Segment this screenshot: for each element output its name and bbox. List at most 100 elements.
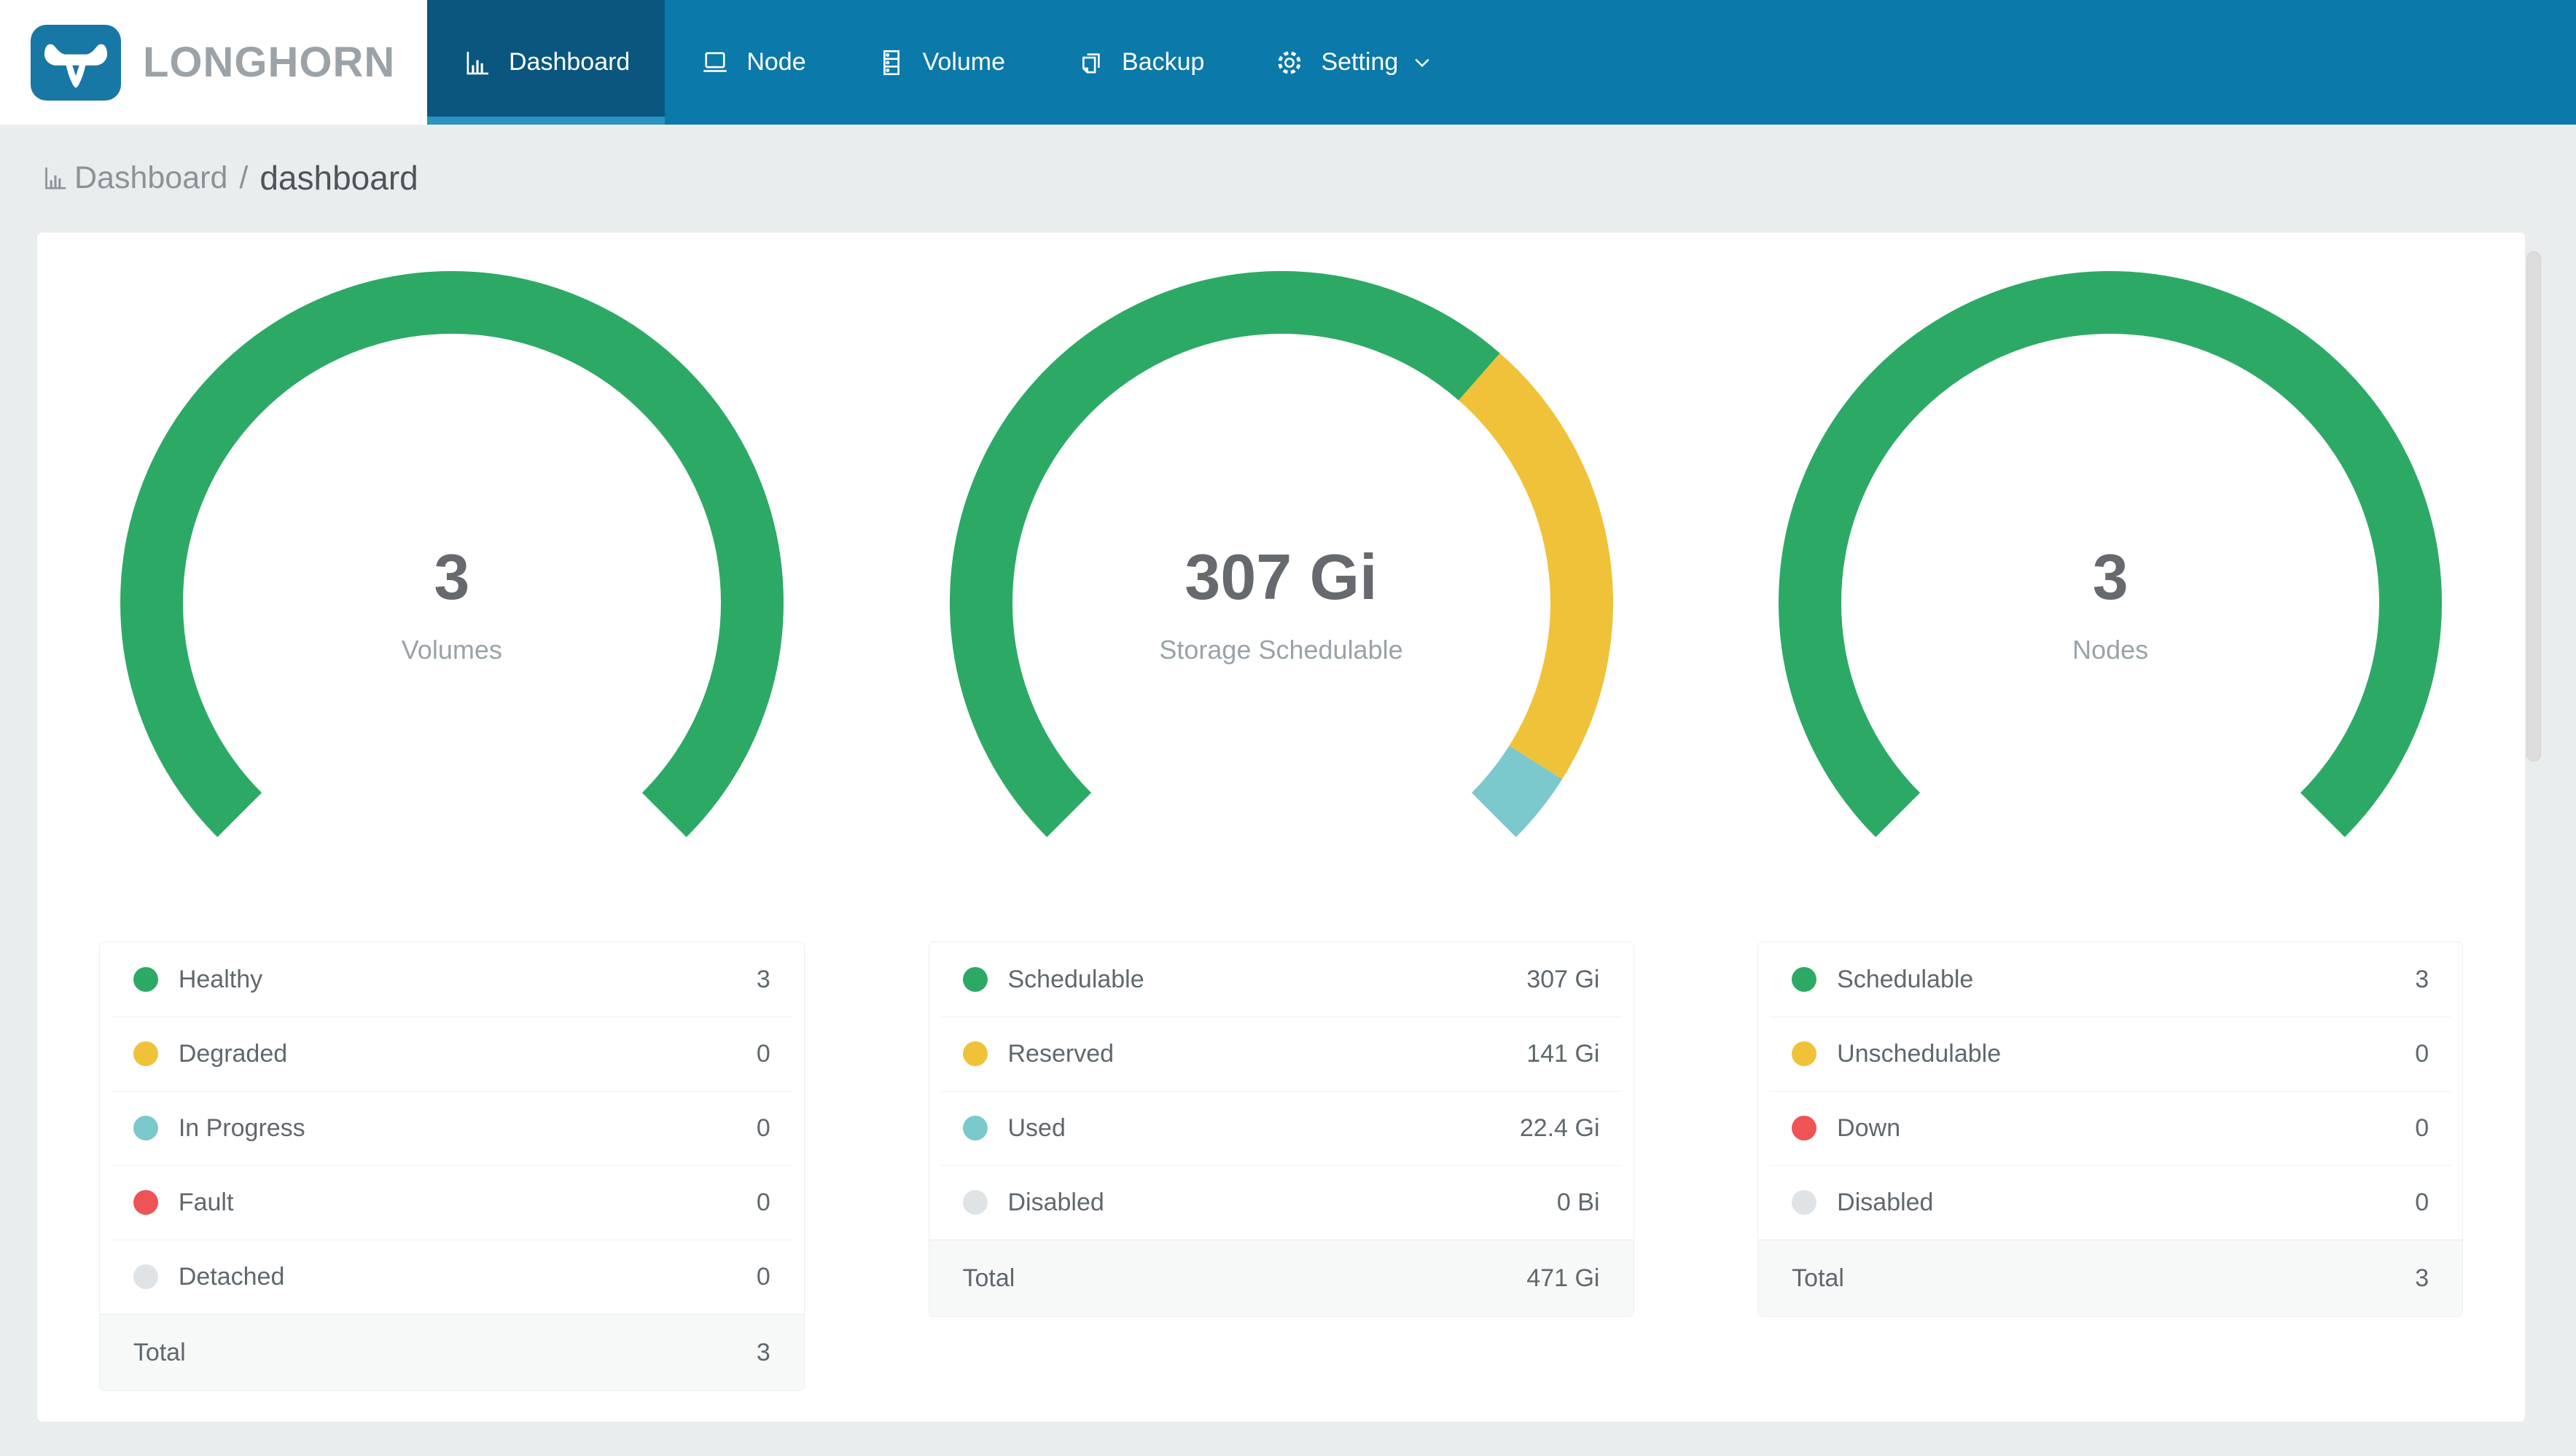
storage-gauge-chart: 307 Gi Storage Schedulable	[949, 271, 1613, 934]
status-label: Disabled	[1007, 1188, 1104, 1216]
status-dot	[133, 1190, 158, 1215]
nav-item-backup[interactable]: Backup	[1040, 0, 1239, 125]
volumes-gauge-chart: 3 Volumes	[120, 271, 784, 934]
status-value: 141 Gi	[1526, 1039, 1600, 1068]
status-value: 0	[756, 1113, 770, 1142]
nodes-total-row: Total 3	[1758, 1240, 2463, 1316]
status-label: In Progress	[178, 1113, 305, 1142]
nodes-panel: 3 Nodes Schedulable 3 Unschedulable 0 Down 0 D…	[1695, 232, 2525, 1422]
status-label: Degraded	[178, 1039, 288, 1068]
legend-row: Degraded 0	[100, 1017, 804, 1091]
status-value: 22.4 Gi	[1519, 1113, 1600, 1142]
nodes-title: Nodes	[2072, 635, 2149, 665]
laptop-icon	[703, 52, 727, 72]
breadcrumb-section[interactable]: Dashboard	[74, 160, 227, 196]
total-label: Total	[962, 1264, 1015, 1292]
legend-row: Disabled 0	[1758, 1165, 2462, 1240]
storage-total-row: Total 471 Gi	[929, 1240, 1634, 1316]
status-dot	[1792, 1041, 1817, 1066]
legend-row: Schedulable 307 Gi	[929, 942, 1634, 1017]
total-label: Total	[1792, 1264, 1844, 1292]
total-value: 3	[2415, 1264, 2429, 1292]
nav-item-label: Setting	[1321, 48, 1399, 76]
status-label: Used	[1007, 1113, 1066, 1142]
brand-name: LONGHORN	[143, 39, 396, 86]
logo[interactable]: LONGHORN	[0, 0, 427, 125]
status-value: 0	[756, 1039, 770, 1068]
legend-row: Fault 0	[100, 1165, 804, 1240]
total-value: 471 Gi	[1526, 1264, 1600, 1292]
longhorn-logo-icon	[31, 24, 121, 101]
status-dot	[133, 1116, 158, 1140]
storage-panel: 307 Gi Storage Schedulable Schedulable 30…	[867, 232, 1696, 1422]
status-label: Detached	[178, 1262, 285, 1291]
legend-row: Unschedulable 0	[1758, 1017, 2462, 1091]
status-value: 0 Bi	[1556, 1188, 1600, 1216]
legend-row: Disabled 0 Bi	[929, 1165, 1634, 1240]
status-dot	[1792, 1190, 1817, 1215]
status-dot	[133, 1264, 158, 1289]
nodes-gauge-chart: 3 Nodes	[1779, 271, 2443, 934]
status-label: Fault	[178, 1188, 234, 1216]
status-label: Schedulable	[1837, 965, 1974, 993]
nav-item-label: Backup	[1122, 48, 1205, 76]
copy-icon	[1082, 52, 1100, 73]
status-value: 0	[756, 1188, 770, 1216]
status-label: Unschedulable	[1837, 1039, 2002, 1068]
gear-icon	[1278, 50, 1302, 74]
status-value: 0	[2415, 1188, 2429, 1216]
status-label: Down	[1837, 1113, 1901, 1142]
bar-chart-icon	[45, 167, 66, 189]
breadcrumb-separator: /	[239, 160, 249, 195]
status-label: Healthy	[178, 965, 263, 993]
status-value: 3	[756, 965, 770, 993]
status-value: 0	[2415, 1039, 2429, 1068]
status-dot	[1792, 967, 1817, 992]
status-dot	[962, 967, 988, 992]
status-label: Schedulable	[1007, 965, 1144, 993]
volumes-title: Volumes	[401, 635, 502, 665]
legend-row: Healthy 3	[100, 942, 804, 1017]
status-value: 3	[2415, 965, 2429, 993]
volumes-legend-table: Healthy 3 Degraded 0 In Progress 0 Fault 0 Detac…	[98, 942, 805, 1391]
nav-item-volume[interactable]: Volume	[841, 0, 1040, 125]
nav-item-label: Node	[746, 48, 806, 76]
nav-item-dashboard[interactable]: Dashboard	[427, 0, 666, 125]
breadcrumb-current-page: dashboard	[259, 159, 418, 197]
main-nav: Dashboard Node Volume Backup Setting	[427, 0, 1468, 125]
legend-row: In Progress 0	[100, 1091, 804, 1165]
nav-item-label: Volume	[922, 48, 1006, 76]
volumes-count: 3	[434, 541, 470, 613]
status-dot	[133, 967, 158, 992]
total-label: Total	[133, 1338, 186, 1366]
legend-row: Reserved 141 Gi	[929, 1017, 1634, 1091]
legend-row: Schedulable 3	[1758, 942, 2462, 1017]
legend-row: Detached 0	[100, 1240, 804, 1314]
status-value: 0	[2415, 1113, 2429, 1142]
app-header: LONGHORN Dashboard Node Volume Backup Se…	[0, 0, 2576, 125]
dashboard-card: 3 Volumes Healthy 3 Degraded 0 In Progress 0 F…	[36, 232, 2526, 1422]
nodes-legend-table: Schedulable 3 Unschedulable 0 Down 0 Disabled 0…	[1757, 942, 2464, 1317]
storage-title: Storage Schedulable	[1159, 635, 1403, 665]
status-dot	[133, 1041, 158, 1066]
nav-item-setting[interactable]: Setting	[1239, 0, 1468, 125]
status-label: Disabled	[1837, 1188, 1934, 1216]
nav-item-label: Dashboard	[509, 48, 631, 76]
nav-item-node[interactable]: Node	[665, 0, 840, 125]
volumes-total-row: Total 3	[99, 1314, 804, 1390]
chevron-down-icon	[1415, 58, 1429, 67]
bar-chart-icon	[467, 51, 488, 74]
status-label: Reserved	[1007, 1039, 1115, 1068]
status-dot	[962, 1041, 988, 1066]
total-value: 3	[756, 1338, 770, 1366]
legend-row: Used 22.4 Gi	[929, 1091, 1634, 1165]
legend-row: Down 0	[1758, 1091, 2462, 1165]
status-dot	[1792, 1116, 1817, 1140]
breadcrumb: Dashboard / dashboard	[41, 157, 2576, 199]
storage-icon	[883, 50, 899, 75]
status-value: 307 Gi	[1526, 965, 1600, 993]
status-dot	[962, 1190, 988, 1215]
status-dot	[962, 1116, 988, 1140]
nodes-count: 3	[2092, 541, 2128, 613]
scrollbar-thumb[interactable]	[2526, 251, 2541, 762]
